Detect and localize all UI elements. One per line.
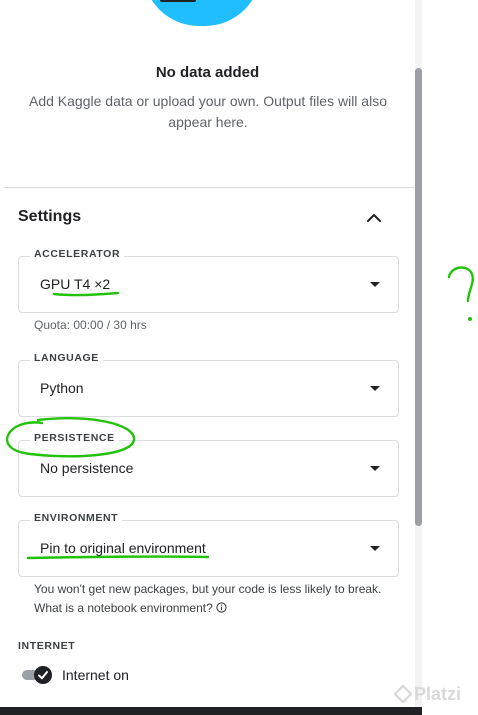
chevron-up-icon[interactable] [366,210,382,226]
settings-title: Settings [18,208,82,225]
dropdown-caret-icon [370,546,380,551]
empty-state-title: No data added [155,64,260,81]
empty-state-description: Add Kaggle data or upload your own. Outp… [29,93,387,130]
watermark-text: Platzi [414,684,462,704]
dropdown-caret-icon [370,282,380,287]
environment-value: Pin to original environment [40,540,206,556]
illustration-detail [160,0,196,2]
language-value: Python [40,380,84,396]
persistence-value: No persistence [40,460,134,476]
check-icon [38,671,48,680]
dropdown-caret-icon [370,466,380,471]
language-select[interactable]: LANGUAGE Python [18,352,399,417]
accelerator-select[interactable]: ACCELERATOR GPU T4 ×2 [18,248,399,313]
accelerator-value: GPU T4 ×2 [40,276,111,292]
bottom-bar [0,707,422,715]
section-divider [3,187,415,188]
environment-help-text[interactable]: You won't get new packages, but your cod… [34,582,381,615]
persistence-select[interactable]: PERSISTENCE No persistence [18,432,399,497]
internet-value: Internet on [62,667,129,683]
empty-state-illustration [143,0,261,26]
accelerator-label: ACCELERATOR [30,248,125,260]
accelerator-quota: Quota: 00:00 / 30 hrs [34,318,147,332]
toggle-knob [34,666,52,684]
environment-help: You won't get new packages, but your cod… [34,580,384,618]
scrollbar-thumb[interactable] [415,68,422,526]
platzi-watermark: Platzi [394,682,478,706]
persistence-label: PERSISTENCE [30,432,119,444]
notebook-side-panel: No data added Add Kaggle data or upload … [0,0,415,715]
platzi-logo-icon [394,685,412,703]
blank-area [422,0,478,715]
internet-label: INTERNET [18,640,76,652]
environment-label: ENVIRONMENT [30,512,123,524]
internet-toggle[interactable] [22,666,52,684]
info-icon[interactable] [216,602,227,613]
language-label: LANGUAGE [30,352,103,364]
dropdown-caret-icon [370,386,380,391]
environment-select[interactable]: ENVIRONMENT Pin to original environment [18,512,399,577]
